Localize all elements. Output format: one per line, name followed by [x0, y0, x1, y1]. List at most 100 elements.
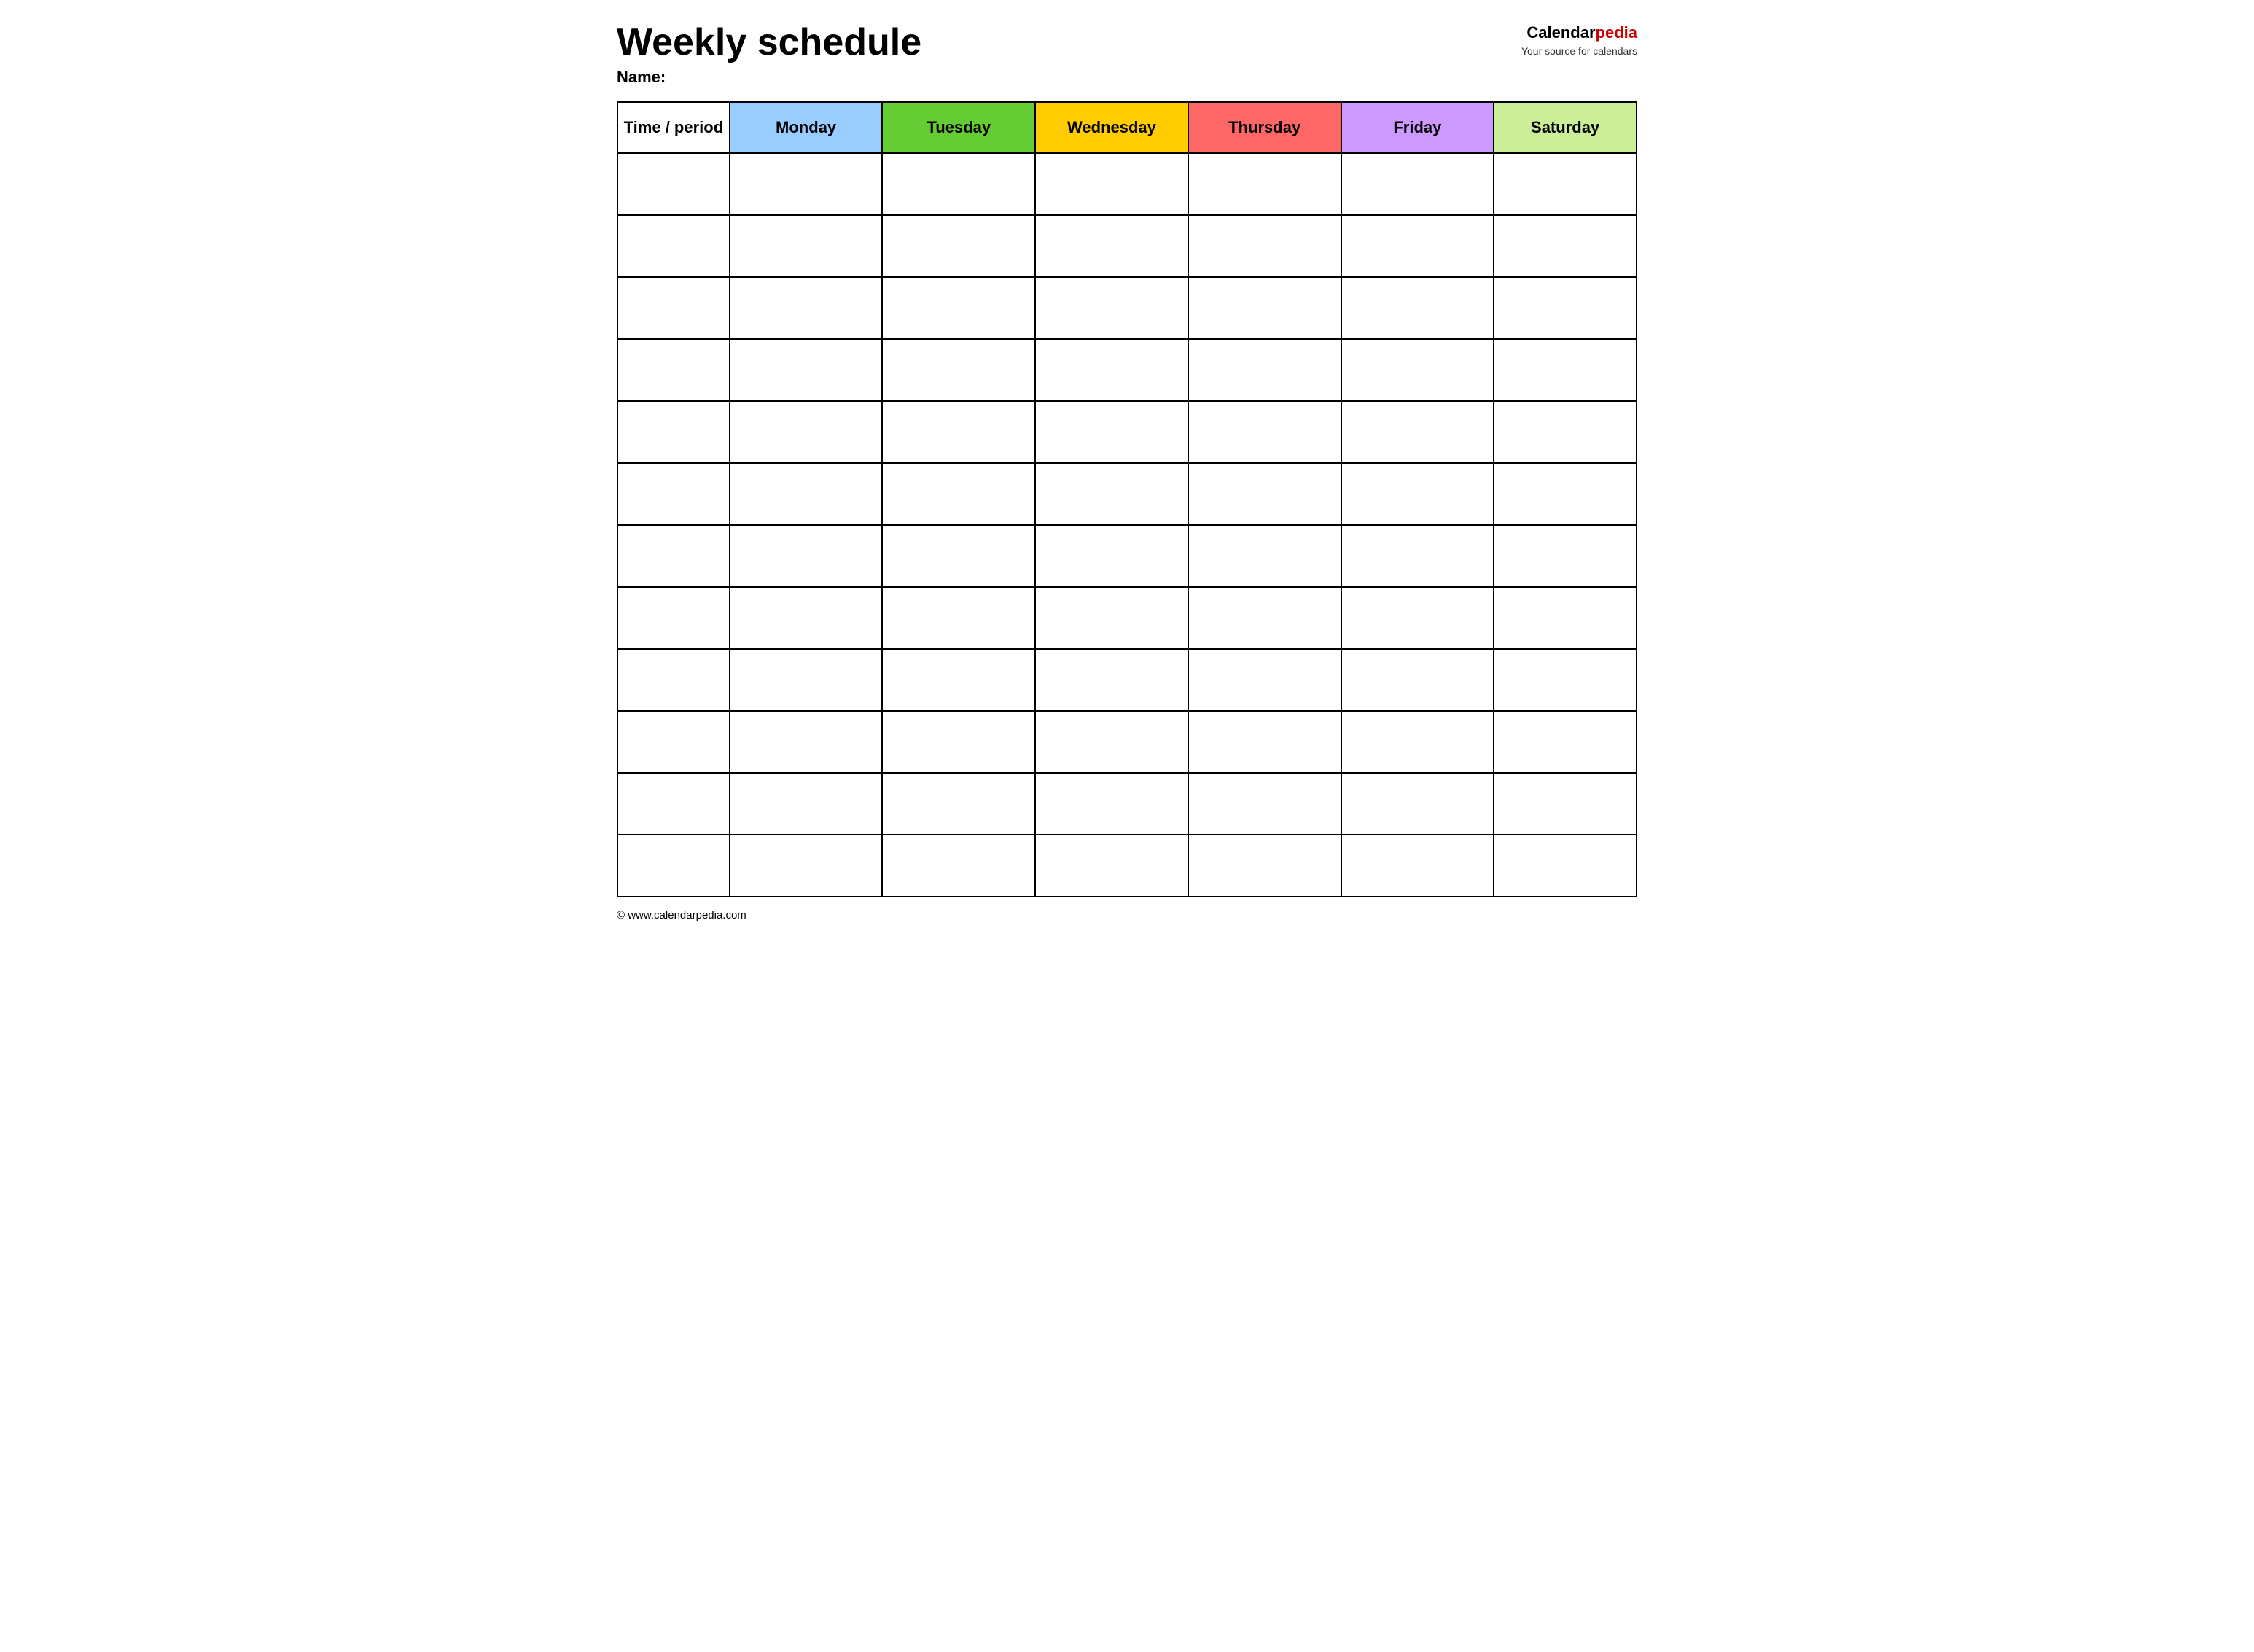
table-row [617, 835, 1637, 897]
table-cell-saturday[interactable] [1494, 401, 1637, 463]
table-cell-tuesday[interactable] [882, 277, 1035, 339]
table-cell-monday[interactable] [730, 463, 883, 525]
table-cell-saturday[interactable] [1494, 463, 1637, 525]
table-cell-friday[interactable] [1341, 401, 1494, 463]
table-cell-friday[interactable] [1341, 525, 1494, 587]
table-cell-monday[interactable] [730, 711, 883, 773]
table-cell-saturday[interactable] [1494, 587, 1637, 649]
table-cell-thursday[interactable] [1188, 587, 1341, 649]
table-cell-thursday[interactable] [1188, 215, 1341, 277]
table-cell-time[interactable] [617, 401, 730, 463]
table-cell-tuesday[interactable] [882, 525, 1035, 587]
table-cell-tuesday[interactable] [882, 835, 1035, 897]
table-cell-thursday[interactable] [1188, 773, 1341, 835]
table-cell-wednesday[interactable] [1035, 525, 1188, 587]
table-cell-wednesday[interactable] [1035, 711, 1188, 773]
table-cell-friday[interactable] [1341, 277, 1494, 339]
table-cell-monday[interactable] [730, 215, 883, 277]
table-header-row: Time / period Monday Tuesday Wednesday T… [617, 102, 1637, 153]
table-cell-wednesday[interactable] [1035, 649, 1188, 711]
table-cell-wednesday[interactable] [1035, 339, 1188, 401]
table-cell-tuesday[interactable] [882, 153, 1035, 215]
table-cell-saturday[interactable] [1494, 277, 1637, 339]
table-cell-time[interactable] [617, 649, 730, 711]
table-row [617, 401, 1637, 463]
table-cell-time[interactable] [617, 525, 730, 587]
col-header-monday: Monday [730, 102, 883, 153]
table-cell-tuesday[interactable] [882, 711, 1035, 773]
table-cell-tuesday[interactable] [882, 339, 1035, 401]
table-row [617, 525, 1637, 587]
table-cell-saturday[interactable] [1494, 773, 1637, 835]
page-title: Weekly schedule [617, 22, 1521, 63]
table-cell-time[interactable] [617, 215, 730, 277]
col-header-time: Time / period [617, 102, 730, 153]
table-cell-time[interactable] [617, 277, 730, 339]
table-cell-tuesday[interactable] [882, 587, 1035, 649]
table-cell-time[interactable] [617, 711, 730, 773]
table-cell-saturday[interactable] [1494, 711, 1637, 773]
table-cell-friday[interactable] [1341, 773, 1494, 835]
table-cell-monday[interactable] [730, 525, 883, 587]
table-cell-thursday[interactable] [1188, 835, 1341, 897]
table-cell-tuesday[interactable] [882, 649, 1035, 711]
table-cell-thursday[interactable] [1188, 463, 1341, 525]
table-cell-saturday[interactable] [1494, 339, 1637, 401]
table-cell-thursday[interactable] [1188, 401, 1341, 463]
footer-url: © www.calendarpedia.com [617, 909, 746, 922]
table-cell-thursday[interactable] [1188, 277, 1341, 339]
table-cell-wednesday[interactable] [1035, 587, 1188, 649]
table-cell-wednesday[interactable] [1035, 215, 1188, 277]
table-cell-wednesday[interactable] [1035, 277, 1188, 339]
logo-brand-part2: pedia [1596, 23, 1637, 42]
table-row [617, 649, 1637, 711]
table-cell-time[interactable] [617, 587, 730, 649]
table-cell-time[interactable] [617, 463, 730, 525]
table-cell-tuesday[interactable] [882, 215, 1035, 277]
table-row [617, 711, 1637, 773]
table-cell-wednesday[interactable] [1035, 773, 1188, 835]
page-wrapper: Weekly schedule Name: Calendarpedia Your… [617, 22, 1637, 922]
table-cell-monday[interactable] [730, 401, 883, 463]
table-cell-monday[interactable] [730, 835, 883, 897]
table-cell-friday[interactable] [1341, 339, 1494, 401]
table-cell-thursday[interactable] [1188, 339, 1341, 401]
table-cell-friday[interactable] [1341, 711, 1494, 773]
table-cell-thursday[interactable] [1188, 649, 1341, 711]
table-cell-monday[interactable] [730, 277, 883, 339]
table-cell-friday[interactable] [1341, 215, 1494, 277]
table-cell-friday[interactable] [1341, 649, 1494, 711]
table-cell-wednesday[interactable] [1035, 835, 1188, 897]
name-label: Name: [617, 68, 1521, 87]
table-cell-monday[interactable] [730, 587, 883, 649]
table-cell-thursday[interactable] [1188, 525, 1341, 587]
table-cell-monday[interactable] [730, 649, 883, 711]
table-cell-thursday[interactable] [1188, 711, 1341, 773]
table-row [617, 339, 1637, 401]
logo-area: Calendarpedia Your source for calendars [1521, 22, 1637, 58]
table-cell-friday[interactable] [1341, 587, 1494, 649]
table-cell-tuesday[interactable] [882, 463, 1035, 525]
table-cell-monday[interactable] [730, 339, 883, 401]
table-cell-monday[interactable] [730, 773, 883, 835]
table-cell-friday[interactable] [1341, 153, 1494, 215]
logo-brand-part1: Calendar [1526, 23, 1595, 42]
table-cell-wednesday[interactable] [1035, 153, 1188, 215]
table-cell-time[interactable] [617, 339, 730, 401]
table-cell-wednesday[interactable] [1035, 401, 1188, 463]
table-cell-saturday[interactable] [1494, 649, 1637, 711]
table-cell-thursday[interactable] [1188, 153, 1341, 215]
table-cell-tuesday[interactable] [882, 773, 1035, 835]
table-cell-tuesday[interactable] [882, 401, 1035, 463]
table-cell-saturday[interactable] [1494, 215, 1637, 277]
table-cell-saturday[interactable] [1494, 835, 1637, 897]
table-cell-friday[interactable] [1341, 835, 1494, 897]
table-cell-saturday[interactable] [1494, 153, 1637, 215]
table-cell-friday[interactable] [1341, 463, 1494, 525]
table-cell-saturday[interactable] [1494, 525, 1637, 587]
table-cell-wednesday[interactable] [1035, 463, 1188, 525]
table-cell-time[interactable] [617, 835, 730, 897]
table-cell-time[interactable] [617, 773, 730, 835]
table-cell-monday[interactable] [730, 153, 883, 215]
table-cell-time[interactable] [617, 153, 730, 215]
